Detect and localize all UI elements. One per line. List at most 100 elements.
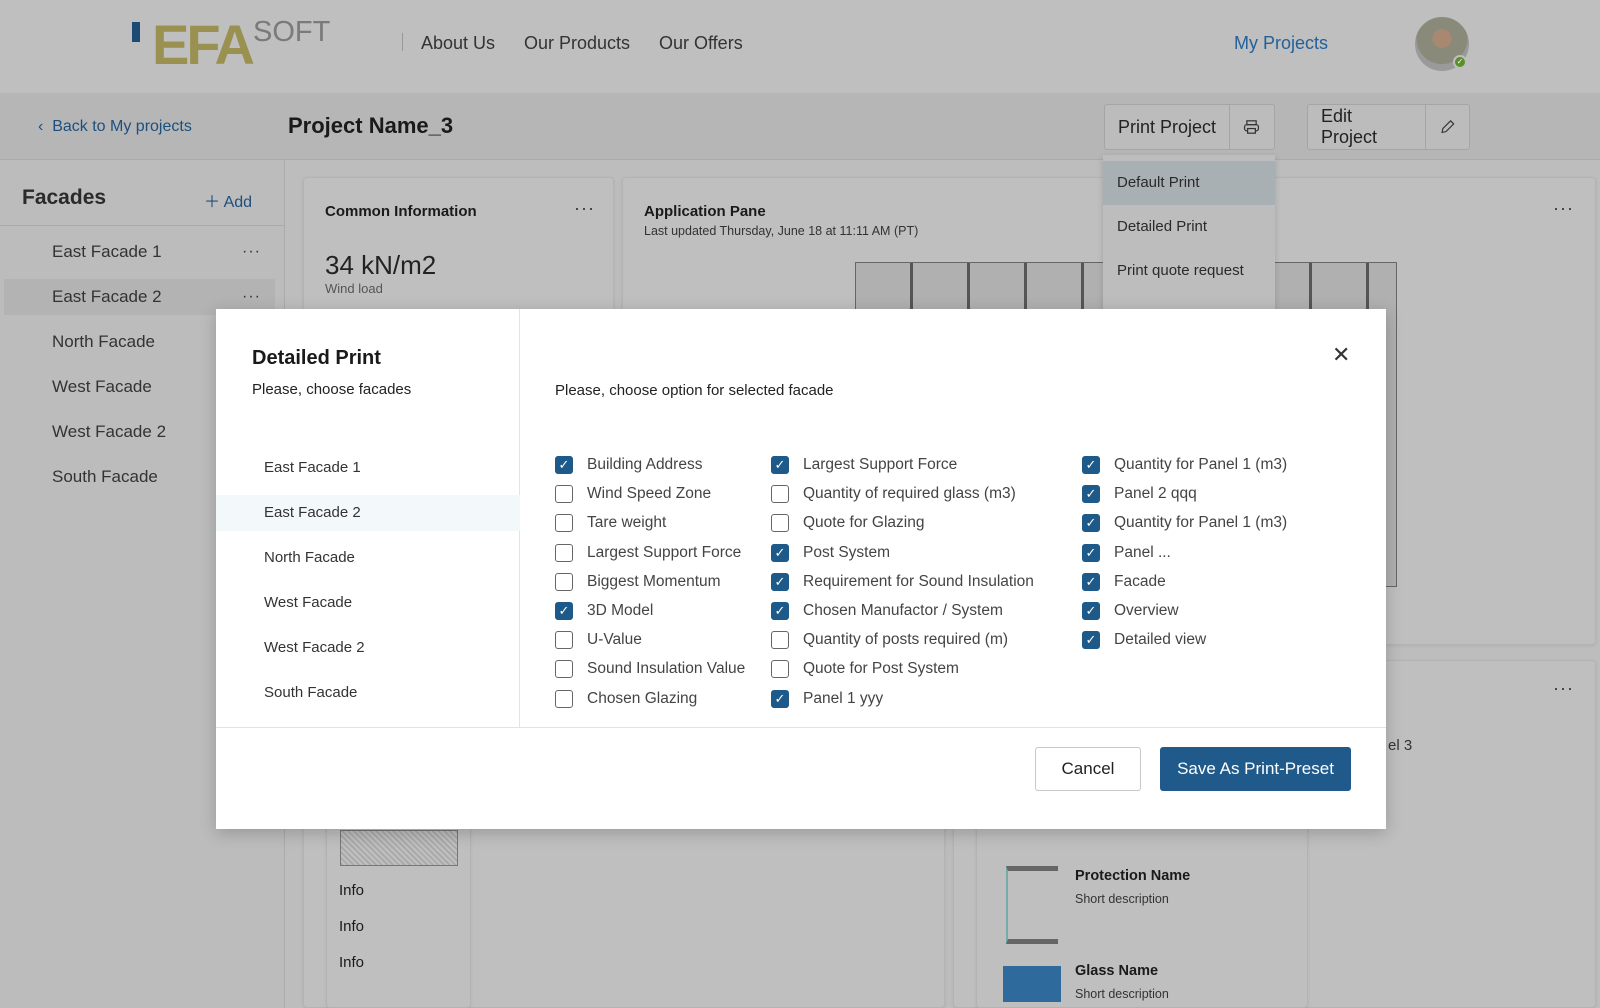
checkbox-unchecked[interactable] (771, 514, 789, 533)
checkbox-checked[interactable]: ✓ (1082, 602, 1100, 620)
nav-our-offers[interactable]: Our Offers (659, 33, 743, 54)
checkbox-checked[interactable]: ✓ (771, 602, 789, 620)
facade-list-item[interactable]: South Facade (216, 675, 520, 711)
save-preset-button[interactable]: Save As Print-Preset (1160, 747, 1351, 791)
more-icon[interactable]: ··· (1553, 198, 1574, 219)
option-checkbox-row[interactable]: ✓ Panel ... (1082, 542, 1171, 564)
option-checkbox-row[interactable]: ✓ Largest Support Force (771, 454, 957, 476)
option-checkbox-row[interactable]: Quote for Post System (771, 658, 959, 680)
nav-about-us[interactable]: About Us (421, 33, 495, 54)
checkbox-checked[interactable]: ✓ (555, 602, 573, 620)
facade-list-item[interactable]: East Facade 1 (216, 450, 520, 486)
print-project-button[interactable]: Print Project (1104, 104, 1275, 150)
options-heading: Please, choose option for selected facad… (555, 382, 834, 399)
checkbox-checked[interactable]: ✓ (1082, 631, 1100, 650)
option-label: Quote for Glazing (803, 514, 925, 532)
nav-my-projects[interactable]: My Projects (1234, 33, 1328, 54)
option-checkbox-row[interactable]: ✓ 3D Model (555, 600, 653, 622)
person-protection-icon (1006, 866, 1058, 944)
checkbox-unchecked[interactable] (555, 689, 573, 708)
option-checkbox-row[interactable]: ✓ Building Address (555, 454, 702, 476)
back-label: Back to My projects (52, 118, 192, 135)
checkbox-checked[interactable]: ✓ (555, 456, 573, 474)
checkbox-unchecked[interactable] (771, 485, 789, 504)
option-checkbox-row[interactable]: ✓ Panel 1 yyy (771, 688, 883, 710)
option-checkbox-row[interactable]: Tare weight (555, 512, 666, 534)
glass-swatch (1003, 966, 1061, 1002)
option-label: Detailed view (1114, 631, 1207, 649)
option-checkbox-row[interactable]: ✓ Facade (1082, 571, 1166, 593)
facade-list-item[interactable]: North Facade (216, 540, 520, 576)
option-label: Chosen Manufactor / System (803, 602, 1003, 619)
info-label: Info (339, 882, 365, 899)
option-label: Biggest Momentum (587, 572, 721, 590)
option-label: Wind Speed Zone (587, 485, 712, 503)
checkbox-checked[interactable]: ✓ (771, 572, 789, 591)
printer-icon[interactable] (1229, 105, 1273, 149)
option-checkbox-row[interactable]: ✓ Detailed view (1082, 629, 1206, 651)
option-checkbox-row[interactable]: Chosen Glazing (555, 688, 697, 710)
checkbox-checked[interactable]: ✓ (1082, 543, 1100, 562)
glass-desc: Short description (1075, 987, 1169, 1001)
checkbox-unchecked[interactable] (555, 572, 573, 591)
option-label: Quantity for Panel 1 (m3) (1114, 514, 1288, 532)
checkbox-unchecked[interactable] (771, 631, 789, 650)
option-checkbox-row[interactable]: ✓ Post System (771, 542, 890, 564)
checkbox-checked[interactable]: ✓ (1082, 456, 1100, 474)
checkbox-checked[interactable]: ✓ (771, 543, 789, 562)
nav-our-products[interactable]: Our Products (524, 33, 630, 54)
option-label: Largest Support Force (587, 543, 742, 561)
pencil-icon[interactable] (1425, 105, 1469, 149)
more-icon[interactable]: ··· (242, 234, 261, 270)
checkbox-unchecked[interactable] (555, 485, 573, 504)
option-checkbox-row[interactable]: ✓ Quantity for Panel 1 (m3) (1082, 454, 1287, 476)
checkbox-checked[interactable]: ✓ (1082, 485, 1100, 504)
option-label: Quantity of required glass (m3) (803, 485, 1016, 503)
facade-list-item[interactable]: East Facade 2 (216, 495, 520, 531)
facade-list-item[interactable]: West Facade (216, 585, 520, 621)
checkbox-checked[interactable]: ✓ (771, 456, 789, 474)
checkbox-unchecked[interactable] (555, 514, 573, 533)
checkbox-checked[interactable]: ✓ (1082, 514, 1100, 533)
option-checkbox-row[interactable]: U-Value (555, 629, 642, 651)
option-checkbox-row[interactable]: Sound Insulation Value (555, 658, 745, 680)
option-checkbox-row[interactable]: ✓ Panel 2 qqq (1082, 483, 1197, 505)
option-checkbox-row[interactable]: Quantity of posts required (m) (771, 629, 1008, 651)
option-checkbox-row[interactable]: Largest Support Force (555, 542, 741, 564)
option-checkbox-row[interactable]: Wind Speed Zone (555, 483, 711, 505)
checkbox-unchecked[interactable] (555, 631, 573, 650)
checkbox-unchecked[interactable] (771, 660, 789, 679)
option-label: Panel 2 qqq (1114, 485, 1197, 503)
option-checkbox-row[interactable]: ✓ Overview (1082, 600, 1179, 622)
option-checkbox-row[interactable]: Quantity of required glass (m3) (771, 483, 1016, 505)
option-checkbox-row[interactable]: ✓ Chosen Manufactor / System (771, 600, 1003, 622)
option-checkbox-row[interactable]: Quote for Glazing (771, 512, 924, 534)
more-icon[interactable]: ··· (574, 198, 595, 219)
cancel-button[interactable]: Cancel (1035, 747, 1141, 791)
wind-load-label: Wind load (325, 281, 383, 296)
application-pane-title: Application Pane (644, 203, 766, 220)
close-icon[interactable]: ✕ (1332, 342, 1350, 368)
option-checkbox-row[interactable]: ✓ Requirement for Sound Insulation (771, 571, 1034, 593)
option-checkbox-row[interactable]: Biggest Momentum (555, 571, 721, 593)
menu-detailed-print[interactable]: Detailed Print (1103, 205, 1275, 249)
profile-drawing (340, 830, 458, 866)
facade-list-item[interactable]: West Facade 2 (216, 630, 520, 666)
option-label: Chosen Glazing (587, 689, 698, 707)
menu-print-quote-request[interactable]: Print quote request (1103, 249, 1275, 293)
menu-default-print[interactable]: Default Print (1103, 161, 1275, 205)
checkbox-unchecked[interactable] (555, 660, 573, 679)
chevron-left-icon: ‹ (38, 118, 53, 135)
more-icon[interactable]: ··· (1553, 678, 1574, 699)
back-link[interactable]: ‹ Back to My projects (38, 118, 192, 136)
add-facade-button[interactable]: ＋ Add (204, 188, 252, 212)
logo[interactable]: EFA (152, 12, 255, 77)
option-checkbox-row[interactable]: ✓ Quantity for Panel 1 (m3) (1082, 512, 1287, 534)
dialog-subtitle: Please, choose facades (252, 381, 412, 398)
checkbox-checked[interactable]: ✓ (1082, 572, 1100, 591)
common-info-title: Common Information (325, 203, 477, 220)
checkbox-checked[interactable]: ✓ (771, 689, 789, 708)
checkbox-unchecked[interactable] (555, 543, 573, 562)
sidebar-item[interactable]: East Facade 1 ··· (4, 234, 275, 270)
edit-project-button[interactable]: Edit Project (1307, 104, 1470, 150)
